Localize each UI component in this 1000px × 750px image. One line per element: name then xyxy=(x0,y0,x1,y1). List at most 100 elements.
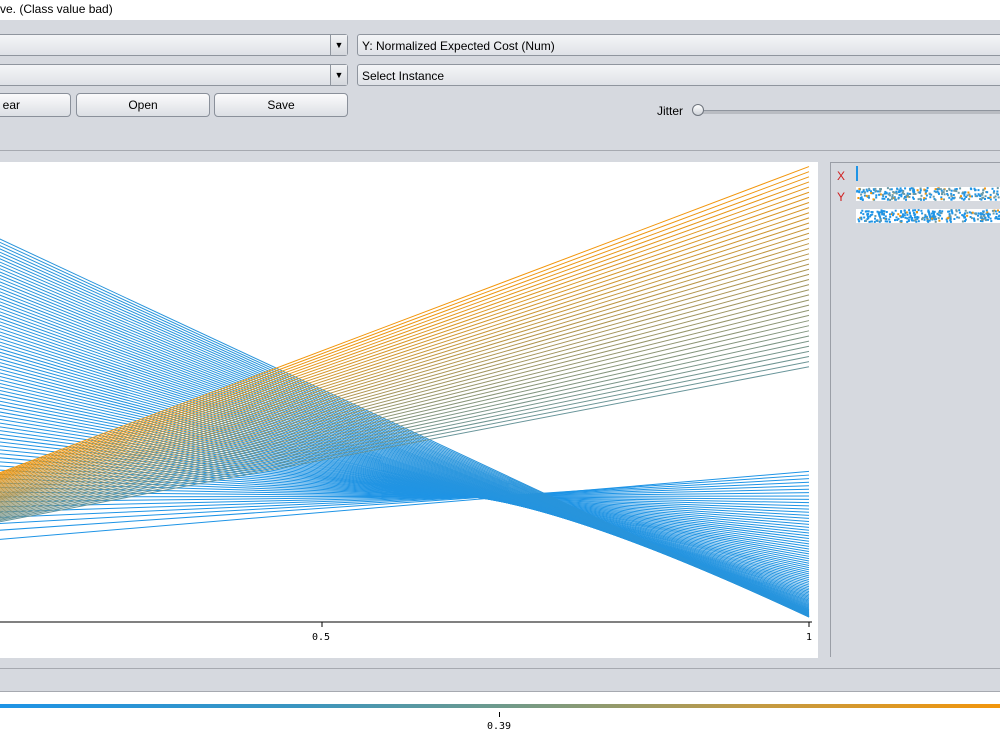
instance-point xyxy=(896,219,899,221)
instance-point xyxy=(914,209,917,212)
instance-point xyxy=(985,219,988,222)
instance-point xyxy=(946,192,949,195)
instance-point xyxy=(941,210,944,213)
instance-point xyxy=(858,191,861,194)
instance-point xyxy=(989,193,992,196)
instance-point xyxy=(878,214,881,217)
instance-point xyxy=(929,196,932,199)
instance-point xyxy=(969,195,972,198)
plot-area[interactable]: 0.5 1 xyxy=(0,162,818,658)
instance-point xyxy=(909,212,911,215)
instance-point xyxy=(895,216,898,219)
instance-point xyxy=(984,195,987,198)
instance-point xyxy=(899,189,902,192)
instance-point xyxy=(967,191,970,194)
instance-point xyxy=(892,212,895,215)
instance-point xyxy=(948,196,951,199)
instance-point xyxy=(875,194,878,197)
instance-point xyxy=(934,188,937,191)
save-button[interactable]: Save xyxy=(214,93,348,117)
instance-point xyxy=(857,197,860,199)
instance-point xyxy=(989,217,992,220)
instance-point xyxy=(881,193,884,196)
clear-button[interactable]: ear xyxy=(0,93,71,117)
instance-point xyxy=(974,193,977,196)
instance-point xyxy=(860,193,863,196)
instance-point xyxy=(939,188,942,191)
open-button[interactable]: Open xyxy=(76,93,210,117)
instance-point xyxy=(995,216,998,218)
instance-point xyxy=(996,187,999,190)
colour-select[interactable]: ▼ xyxy=(0,64,348,86)
instance-point xyxy=(948,210,951,213)
instance-point xyxy=(890,188,893,191)
instance-select[interactable]: Select Instance xyxy=(357,64,1000,86)
instance-point xyxy=(926,187,929,189)
instance-point xyxy=(950,194,953,197)
instance-point xyxy=(889,213,891,216)
instance-point xyxy=(917,209,920,212)
jitter-slider-thumb[interactable] xyxy=(692,104,704,116)
instance-point xyxy=(994,210,997,213)
instance-point xyxy=(943,198,945,201)
instance-point xyxy=(987,216,990,219)
instance-point xyxy=(884,190,887,193)
instance-point xyxy=(875,189,878,192)
instance-point xyxy=(886,198,889,201)
instance-point xyxy=(856,190,859,193)
instance-point xyxy=(981,196,984,199)
instance-point xyxy=(869,214,872,217)
instance-point xyxy=(921,212,924,215)
instance-point xyxy=(900,220,903,223)
instance-point xyxy=(977,189,980,192)
instance-point xyxy=(912,209,915,212)
instance-point xyxy=(982,218,985,221)
instance-point xyxy=(865,188,868,191)
instance-point xyxy=(891,194,894,197)
instance-point xyxy=(890,197,893,200)
y-axis-select[interactable]: Y: Normalized Expected Cost (Num) xyxy=(357,34,1000,56)
instance-point xyxy=(937,217,940,220)
instance-point xyxy=(949,215,952,218)
instance-point xyxy=(952,194,955,196)
instance-point xyxy=(866,214,869,217)
chevron-down-icon: ▼ xyxy=(330,65,347,85)
instance-point xyxy=(971,211,974,214)
instance-point xyxy=(904,216,907,219)
instance-point xyxy=(884,215,887,218)
instance-point xyxy=(924,215,927,218)
instance-point xyxy=(981,191,984,194)
jitter-slider-track[interactable] xyxy=(700,110,1000,114)
attribute-bar-2[interactable] xyxy=(856,209,1000,223)
instance-point xyxy=(919,197,922,200)
instance-point xyxy=(943,193,946,196)
instance-point xyxy=(920,209,923,212)
instance-point xyxy=(938,192,940,195)
instance-point xyxy=(900,211,903,214)
instance-select-value: Select Instance xyxy=(362,69,445,83)
instance-point xyxy=(938,209,941,212)
cost-curve-chart: 0.5 1 xyxy=(0,166,812,643)
legend-tick-label: 0.39 xyxy=(487,721,512,732)
instance-point xyxy=(961,197,963,200)
instance-point xyxy=(923,197,926,200)
instance-point xyxy=(950,189,953,192)
instance-point xyxy=(928,219,931,222)
instance-point xyxy=(987,218,989,221)
instance-point xyxy=(948,213,951,216)
instance-point xyxy=(981,220,984,223)
instance-point xyxy=(922,198,925,201)
instance-point xyxy=(974,195,977,198)
x-axis-select[interactable]: ▼ xyxy=(0,34,348,56)
instance-point xyxy=(963,194,966,197)
instance-point xyxy=(879,219,882,222)
instance-point xyxy=(865,194,868,197)
instance-point xyxy=(964,212,966,215)
instance-point xyxy=(953,189,956,192)
instance-point xyxy=(933,190,936,193)
attribute-bar-1[interactable] xyxy=(856,187,1000,201)
instance-point xyxy=(905,198,907,201)
instance-point xyxy=(982,210,985,213)
instance-point xyxy=(924,192,927,195)
instance-point xyxy=(977,193,980,196)
